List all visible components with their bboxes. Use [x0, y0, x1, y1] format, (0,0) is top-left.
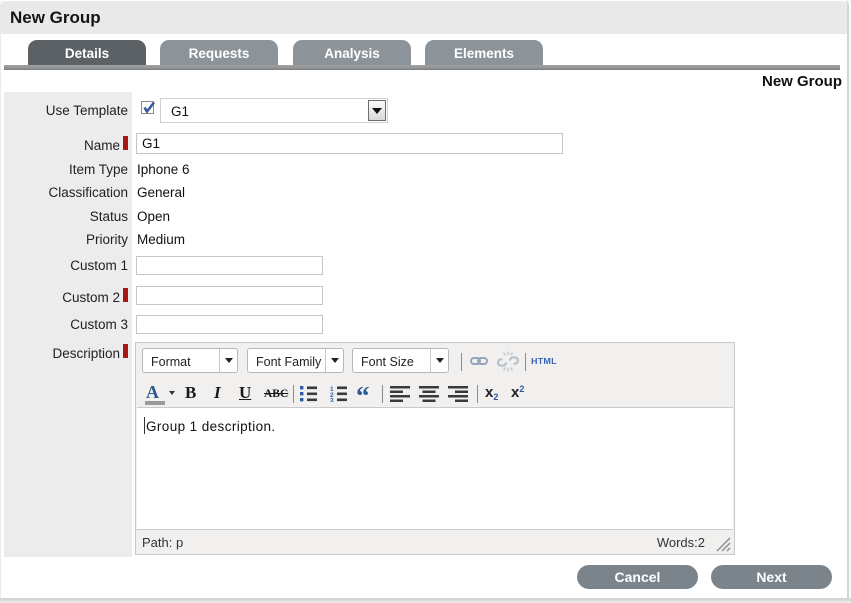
- svg-text:3: 3: [330, 398, 334, 403]
